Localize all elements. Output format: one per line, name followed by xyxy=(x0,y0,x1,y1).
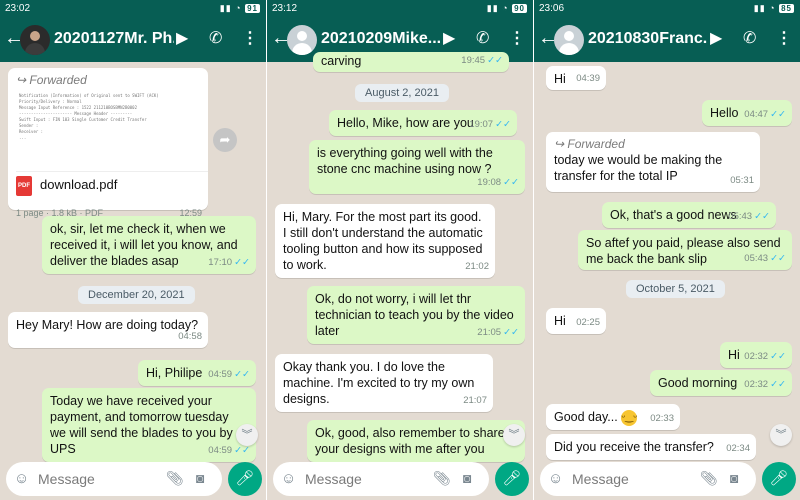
message-bubble[interactable]: Hi 04:39 xyxy=(546,66,606,90)
date-separator: August 2, 2021 xyxy=(355,84,450,102)
message-bubble[interactable]: Did you receive the transfer? 02:34 xyxy=(546,434,756,460)
double-check-icon: ✓✓ xyxy=(487,55,503,66)
double-check-icon: ✓✓ xyxy=(770,253,786,264)
message-bubble[interactable]: is everything going well with the stone … xyxy=(309,140,525,194)
message-bubble[interactable]: Hi 02:25 xyxy=(546,308,606,334)
double-check-icon: ✓✓ xyxy=(770,109,786,120)
document-filename: download.pdf xyxy=(40,177,118,192)
message-bubble[interactable]: So aftef you paid, please also send me b… xyxy=(578,230,792,270)
message-bubble[interactable]: Hello 04:47 ✓✓ xyxy=(702,100,792,126)
chat-header: ← 20210830Franc... ▶ ✆ ⋮ xyxy=(534,18,800,62)
emoji-icon[interactable]: ☺ xyxy=(14,470,29,487)
message-bubble[interactable]: Good day... ᵕ‿ᵕ 02:33 xyxy=(546,404,680,430)
chat-title[interactable]: 20210830Franc... xyxy=(588,30,708,48)
phone-icon[interactable]: ✆ xyxy=(743,28,756,48)
battery-icon: 91 xyxy=(245,4,260,13)
message-input-bar: ☺ 📎︎ ◙ xyxy=(273,462,489,496)
camera-icon[interactable]: ◙ xyxy=(196,470,204,486)
message-input[interactable] xyxy=(572,470,692,488)
double-check-icon: ✓✓ xyxy=(770,379,786,390)
camera-icon[interactable]: ◙ xyxy=(730,470,738,486)
document-preview: Notification (Information) of Original s… xyxy=(16,90,208,172)
paperclip-icon[interactable]: 📎︎ xyxy=(433,470,451,487)
double-check-icon: ✓✓ xyxy=(770,351,786,362)
message-bubble[interactable]: Hi 02:32 ✓✓ xyxy=(720,342,792,368)
message-input[interactable] xyxy=(305,470,425,488)
status-time: 23:02 xyxy=(5,3,31,14)
double-check-icon: ✓✓ xyxy=(495,119,511,130)
double-check-icon: ✓✓ xyxy=(234,257,250,268)
message-bubble[interactable]: Hello, Mike, how are you 19:07 ✓✓ xyxy=(329,110,517,136)
microphone-icon[interactable]: 🎤︎ xyxy=(762,462,796,496)
message-bubble[interactable]: Hey Mary! How are doing today? 04:58 xyxy=(8,312,208,348)
smiley-emoji-icon: ᵕ‿ᵕ xyxy=(621,409,638,426)
message-bubble[interactable]: Ok, good, also remember to share your de… xyxy=(307,420,525,462)
camera-icon[interactable]: ◙ xyxy=(463,470,471,486)
double-check-icon: ✓✓ xyxy=(754,211,770,222)
message-input-bar: ☺ 📎︎ ◙ xyxy=(6,462,222,496)
phone-icon[interactable]: ✆ xyxy=(476,28,489,48)
battery-icon: 90 xyxy=(512,4,527,13)
status-bar: 23:12 ▮▮ ◔ 90 xyxy=(267,0,533,18)
status-icons: ▮▮ ◔ 91 xyxy=(219,3,260,13)
avatar[interactable] xyxy=(554,25,584,55)
message-bubble[interactable]: Good morning 02:32 ✓✓ xyxy=(650,370,792,396)
status-bar: 23:02 ▮▮ ◔ 91 xyxy=(0,0,266,18)
forward-share-icon[interactable]: ➦ xyxy=(213,128,237,152)
more-vert-icon[interactable]: ⋮ xyxy=(509,28,525,48)
chevron-down-icon[interactable]: ︾ xyxy=(770,424,792,446)
more-vert-icon[interactable]: ⋮ xyxy=(776,28,792,48)
chat-header: ← 20201127Mr. Ph... ▶ ✆ ⋮ xyxy=(0,18,266,62)
paperclip-icon[interactable]: 📎︎ xyxy=(700,470,718,487)
message-bubble[interactable]: Hi, Philipe 04:59 ✓✓ xyxy=(138,360,256,386)
date-separator: December 20, 2021 xyxy=(78,286,195,304)
message-bubble[interactable]: carving 19:45 ✓✓ xyxy=(313,52,509,72)
microphone-icon[interactable]: 🎤︎ xyxy=(495,462,529,496)
message-bubble[interactable]: Hi, Mary. For the most part its good. I … xyxy=(275,204,495,278)
message-bubble[interactable]: Okay thank you. I do love the machine. I… xyxy=(275,354,493,412)
status-time: 23:12 xyxy=(272,3,298,14)
date-separator: October 5, 2021 xyxy=(626,280,725,298)
message-bubble[interactable]: ok, sir, let me check it, when we receiv… xyxy=(42,216,256,274)
status-bar: 23:06 ▮▮ ◔ 85 xyxy=(534,0,800,18)
message-input-bar: ☺ 📎︎ ◙ xyxy=(540,462,756,496)
message-bubble[interactable]: Today we have received your payment, and… xyxy=(42,388,256,462)
message-bubble[interactable]: ↪ Forwarded today we would be making the… xyxy=(546,132,760,192)
double-check-icon: ✓✓ xyxy=(503,177,519,188)
avatar[interactable] xyxy=(20,25,50,55)
chevron-down-icon[interactable]: ︾ xyxy=(236,424,258,446)
status-icons: ▮▮ ◔ 85 xyxy=(753,3,794,13)
chat-panel-3: 23:06 ▮▮ ◔ 85 ← 20210830Franc... ▶ ✆ ⋮ H… xyxy=(534,0,800,500)
video-camera-icon[interactable]: ▶ xyxy=(710,28,722,48)
chevron-down-icon[interactable]: ︾ xyxy=(503,424,525,446)
double-check-icon: ✓✓ xyxy=(503,327,519,338)
forwarded-label: ↪ Forwarded xyxy=(554,137,625,151)
more-vert-icon[interactable]: ⋮ xyxy=(242,28,258,48)
status-time: 23:06 xyxy=(539,3,565,14)
chat-title[interactable]: 20210209Mike... xyxy=(321,30,441,48)
chat-panel-2: 23:12 ▮▮ ◔ 90 ← 20210209Mike... ▶ ✆ ⋮ ca… xyxy=(267,0,533,500)
phone-icon[interactable]: ✆ xyxy=(209,28,222,48)
video-camera-icon[interactable]: ▶ xyxy=(176,28,188,48)
message-bubble[interactable]: Ok, do not worry, i will let thr technic… xyxy=(307,286,525,344)
status-icons: ▮▮ ◔ 90 xyxy=(486,3,527,13)
message-bubble[interactable]: Ok, that's a good news 05:43 ✓✓ xyxy=(602,202,776,228)
battery-icon: 85 xyxy=(779,4,794,13)
emoji-icon[interactable]: ☺ xyxy=(281,470,296,487)
microphone-icon[interactable]: 🎤︎ xyxy=(228,462,262,496)
emoji-icon[interactable]: ☺ xyxy=(548,470,563,487)
pdf-icon: PDF xyxy=(16,176,32,196)
document-message[interactable]: ↪ Forwarded Notification (Information) o… xyxy=(8,68,208,218)
forwarded-label: ↪ Forwarded xyxy=(16,73,87,87)
paperclip-icon[interactable]: 📎︎ xyxy=(166,470,184,487)
double-check-icon: ✓✓ xyxy=(234,445,250,456)
video-camera-icon[interactable]: ▶ xyxy=(443,28,455,48)
double-check-icon: ✓✓ xyxy=(234,369,250,380)
message-input[interactable] xyxy=(38,470,158,488)
chat-title[interactable]: 20201127Mr. Ph... xyxy=(54,30,174,48)
chat-panel-1: 23:02 ▮▮ ◔ 91 ← 20201127Mr. Ph... ▶ ✆ ⋮ … xyxy=(0,0,266,500)
avatar[interactable] xyxy=(287,25,317,55)
